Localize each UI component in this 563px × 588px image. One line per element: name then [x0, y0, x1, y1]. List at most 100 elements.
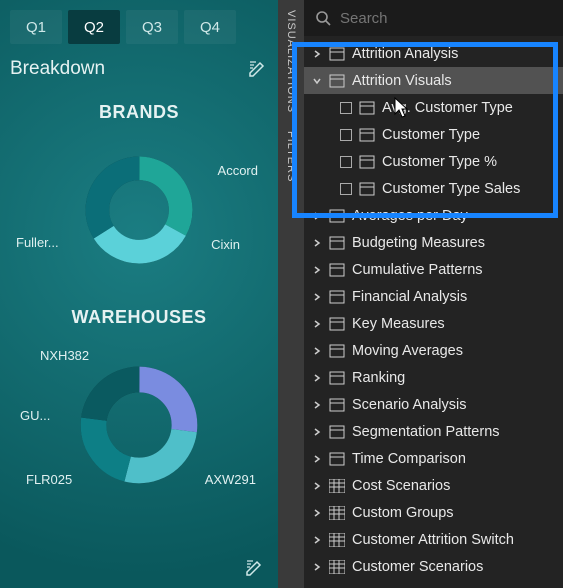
warehouses-title: WAREHOUSES — [10, 307, 268, 328]
tree-group-label: Segmentation Patterns — [352, 424, 500, 440]
tree-group[interactable]: Budgeting Measures — [304, 229, 563, 256]
tree-group[interactable]: Cumulative Patterns — [304, 256, 563, 283]
tree-group-label: Custom Groups — [352, 505, 454, 521]
tree-group-label: Budgeting Measures — [352, 235, 485, 251]
chevron-right-icon[interactable] — [312, 562, 322, 572]
tree-field-label: Customer Type % — [382, 154, 497, 170]
search-icon — [314, 9, 332, 27]
table-icon — [329, 479, 345, 493]
rail-visualizations[interactable]: VISUALIZATIONS — [285, 6, 297, 117]
measure-group-icon — [329, 344, 345, 358]
tree-group[interactable]: Scenario Analysis — [304, 391, 563, 418]
breakdown-report: Q1 Q2 Q3 Q4 Breakdown BRANDS Accord Full… — [0, 0, 278, 588]
tree-group-label: Averages per Day — [352, 208, 468, 224]
tree-group[interactable]: Customer Attrition Switch — [304, 526, 563, 553]
tab-q1[interactable]: Q1 — [10, 10, 62, 44]
chevron-right-icon[interactable] — [312, 535, 322, 545]
measure-group-icon — [329, 398, 345, 412]
tree-group[interactable]: Moving Averages — [304, 337, 563, 364]
chevron-right-icon[interactable] — [312, 427, 322, 437]
tree-group-label: Attrition Visuals — [352, 73, 452, 89]
tree-group[interactable]: Attrition Visuals — [304, 67, 563, 94]
field-checkbox[interactable] — [340, 102, 352, 114]
warehouses-donut[interactable]: NXH382 GU... FLR025 AXW291 — [10, 340, 268, 510]
tree-field-label: Avg. Customer Type — [382, 100, 513, 116]
tree-group-label: Time Comparison — [352, 451, 466, 467]
chevron-right-icon[interactable] — [312, 238, 322, 248]
measure-group-icon — [329, 371, 345, 385]
chevron-right-icon[interactable] — [312, 211, 322, 221]
tree-field[interactable]: Avg. Customer Type — [304, 94, 563, 121]
measure-group-icon — [329, 236, 345, 250]
tree-field-label: Customer Type Sales — [382, 181, 520, 197]
chevron-right-icon[interactable] — [312, 265, 322, 275]
chevron-right-icon[interactable] — [312, 400, 322, 410]
measure-icon — [359, 155, 375, 169]
measure-icon — [359, 128, 375, 142]
wh-label-nxh382: NXH382 — [40, 348, 89, 363]
tree-field[interactable]: Customer Type % — [304, 148, 563, 175]
quarter-tabs: Q1 Q2 Q3 Q4 — [10, 10, 268, 44]
tree-group-label: Key Measures — [352, 316, 445, 332]
tree-group[interactable]: Customer Scenarios — [304, 553, 563, 580]
brand-label-accord: Accord — [218, 163, 258, 178]
tab-q4[interactable]: Q4 — [184, 10, 236, 44]
measure-group-icon — [329, 74, 345, 88]
tree-field[interactable]: Customer Type Sales — [304, 175, 563, 202]
tree-group[interactable]: Custom Groups — [304, 499, 563, 526]
field-checkbox[interactable] — [340, 129, 352, 141]
fields-panel: Attrition Analysis Attrition Visuals Avg. … — [304, 0, 563, 588]
breakdown-title: Breakdown — [10, 58, 105, 80]
brand-label-fuller: Fuller... — [16, 235, 59, 250]
tree-group[interactable]: Cost Scenarios — [304, 472, 563, 499]
chevron-right-icon[interactable] — [312, 319, 322, 329]
chevron-down-icon[interactable] — [312, 76, 322, 86]
fields-search[interactable] — [304, 0, 563, 36]
brands-title: BRANDS — [10, 102, 268, 123]
measure-group-icon — [329, 290, 345, 304]
tree-group-label: Ranking — [352, 370, 405, 386]
wh-label-gu: GU... — [20, 408, 50, 423]
search-input[interactable] — [340, 10, 553, 27]
tree-group[interactable]: Attrition Analysis — [304, 40, 563, 67]
tree-group-label: Financial Analysis — [352, 289, 467, 305]
edit-icon[interactable] — [246, 58, 268, 80]
tree-group[interactable]: Segmentation Patterns — [304, 418, 563, 445]
chevron-right-icon[interactable] — [312, 454, 322, 464]
edit-icon[interactable] — [244, 558, 266, 580]
tree-group-label: Customer Scenarios — [352, 559, 483, 575]
tree-group[interactable]: Ranking — [304, 364, 563, 391]
fields-tree: Attrition Analysis Attrition Visuals Avg. … — [304, 36, 563, 588]
tree-group[interactable]: Financial Analysis — [304, 283, 563, 310]
rail-filters[interactable]: FILTERS — [285, 127, 297, 186]
table-icon — [329, 506, 345, 520]
chevron-right-icon[interactable] — [312, 292, 322, 302]
chevron-right-icon[interactable] — [312, 481, 322, 491]
measure-group-icon — [329, 263, 345, 277]
tree-group-label: Cost Scenarios — [352, 478, 450, 494]
wh-label-flr025: FLR025 — [26, 472, 72, 487]
chevron-right-icon[interactable] — [312, 508, 322, 518]
tab-q2[interactable]: Q2 — [68, 10, 120, 44]
field-checkbox[interactable] — [340, 156, 352, 168]
tree-field-label: Customer Type — [382, 127, 480, 143]
tree-group-label: Moving Averages — [352, 343, 463, 359]
measure-group-icon — [329, 452, 345, 466]
field-checkbox[interactable] — [340, 183, 352, 195]
tree-group-label: Customer Attrition Switch — [352, 532, 514, 548]
chevron-right-icon[interactable] — [312, 49, 322, 59]
chevron-right-icon[interactable] — [312, 346, 322, 356]
wh-label-axw291: AXW291 — [205, 472, 256, 487]
measure-group-icon — [329, 317, 345, 331]
measure-group-icon — [329, 209, 345, 223]
tree-group[interactable]: Key Measures — [304, 310, 563, 337]
chevron-right-icon[interactable] — [312, 373, 322, 383]
tree-field[interactable]: Customer Type — [304, 121, 563, 148]
table-icon — [329, 560, 345, 574]
tree-group[interactable]: Time Comparison — [304, 445, 563, 472]
tree-group[interactable]: Averages per Day — [304, 202, 563, 229]
brands-donut[interactable]: Accord Fuller... Cixin — [10, 135, 268, 285]
tree-group-label: Cumulative Patterns — [352, 262, 483, 278]
tab-q3[interactable]: Q3 — [126, 10, 178, 44]
measure-group-icon — [329, 425, 345, 439]
